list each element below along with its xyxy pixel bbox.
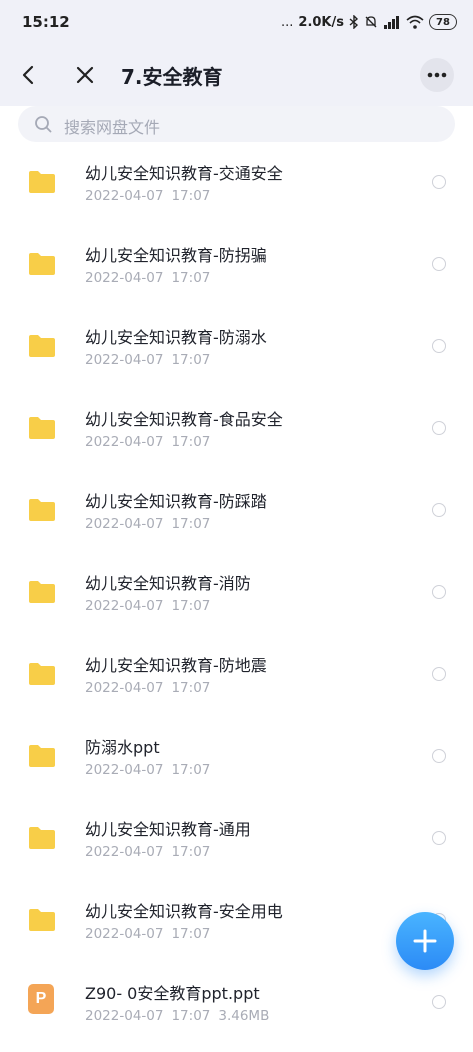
folder-icon [29, 499, 55, 521]
file-time: 17:07 [171, 762, 211, 778]
list-item[interactable]: 幼儿安全知识教育-防地震 2022-04-07 17:07 [0, 642, 473, 724]
file-time: 17:07 [171, 926, 211, 942]
select-radio[interactable] [432, 339, 446, 353]
file-date: 2022-04-07 [85, 926, 164, 942]
file-name: 幼儿安全知识教育-交通安全 [85, 164, 283, 183]
list-item[interactable]: 幼儿安全知识教育-交通安全 2022-04-07 17:07 [0, 150, 473, 232]
more-dots-icon [427, 72, 447, 78]
status-dots: ... [281, 14, 294, 30]
file-date: 2022-04-07 [85, 270, 164, 286]
list-item[interactable]: 幼儿安全知识教育-通用 2022-04-07 17:07 [0, 806, 473, 888]
file-date: 2022-04-07 [85, 352, 164, 368]
file-time: 17:07 [171, 188, 211, 204]
file-name: 幼儿安全知识教育-防拐骗 [85, 246, 267, 265]
file-name: 幼儿安全知识教育-防溺水 [85, 328, 267, 347]
file-name: 幼儿安全知识教育-防地震 [85, 656, 267, 675]
list-item[interactable]: 幼儿安全知识教育-防溺水 2022-04-07 17:07 [0, 314, 473, 396]
file-time: 17:07 [171, 516, 211, 532]
select-radio[interactable] [432, 175, 446, 189]
file-time: 17:07 [171, 352, 211, 368]
file-meta: 2022-04-07 17:07 [85, 598, 210, 614]
file-date: 2022-04-07 [85, 1008, 164, 1024]
file-date: 2022-04-07 [85, 844, 164, 860]
file-meta: 2022-04-07 17:07 3.46MB [85, 1008, 269, 1024]
folder-icon [29, 253, 55, 275]
list-item[interactable]: 幼儿安全知识教育-食品安全 2022-04-07 17:07 [0, 396, 473, 478]
file-time: 17:07 [171, 270, 211, 286]
folder-icon [29, 909, 55, 931]
file-time: 17:07 [171, 1008, 211, 1024]
select-radio[interactable] [432, 257, 446, 271]
folder-icon [29, 581, 55, 603]
close-icon[interactable] [74, 64, 96, 86]
status-indicators: ... 2.0K/s 78 [281, 14, 457, 30]
select-radio[interactable] [432, 421, 446, 435]
plus-icon [413, 929, 437, 953]
network-speed: 2.0K/s [298, 14, 344, 30]
select-radio[interactable] [432, 585, 446, 599]
more-options-button[interactable] [420, 58, 454, 92]
file-meta: 2022-04-07 17:07 [85, 926, 210, 942]
file-name: 幼儿安全知识教育-安全用电 [85, 902, 283, 921]
file-meta: 2022-04-07 17:07 [85, 352, 210, 368]
select-radio[interactable] [432, 831, 446, 845]
search-bar: 搜索网盘文件 [0, 106, 473, 144]
select-radio[interactable] [432, 995, 446, 1009]
list-item[interactable]: 幼儿安全知识教育-防踩踏 2022-04-07 17:07 [0, 478, 473, 560]
file-time: 17:07 [171, 844, 211, 860]
file-meta: 2022-04-07 17:07 [85, 188, 210, 204]
bluetooth-icon [349, 15, 359, 29]
file-name: 幼儿安全知识教育-通用 [85, 820, 251, 839]
search-input[interactable]: 搜索网盘文件 [18, 106, 455, 142]
add-button[interactable] [396, 912, 454, 970]
folder-icon [29, 335, 55, 357]
file-name: 防溺水ppt [85, 738, 160, 757]
file-meta: 2022-04-07 17:07 [85, 680, 210, 696]
file-meta: 2022-04-07 17:07 [85, 434, 210, 450]
list-item[interactable]: 幼儿安全知识教育-消防 2022-04-07 17:07 [0, 560, 473, 642]
file-meta: 2022-04-07 17:07 [85, 844, 210, 860]
folder-icon [29, 827, 55, 849]
folder-icon [29, 171, 55, 193]
folder-icon [29, 745, 55, 767]
file-date: 2022-04-07 [85, 188, 164, 204]
file-date: 2022-04-07 [85, 434, 164, 450]
list-item[interactable]: P Z90- 0安全教育ppt.ppt 2022-04-07 17:07 3.46M… [0, 970, 473, 1052]
folder-icon [29, 417, 55, 439]
file-list: 幼儿安全知识教育-交通安全 2022-04-07 17:07 幼儿安全知识教育-防… [0, 150, 473, 1052]
file-date: 2022-04-07 [85, 680, 164, 696]
file-name: 幼儿安全知识教育-食品安全 [85, 410, 283, 429]
mute-bell-icon [365, 16, 377, 28]
file-meta: 2022-04-07 17:07 [85, 516, 210, 532]
file-size: 3.46MB [218, 1008, 270, 1024]
file-name: 幼儿安全知识教育-消防 [85, 574, 251, 593]
file-date: 2022-04-07 [85, 598, 164, 614]
file-meta: 2022-04-07 17:07 [85, 270, 210, 286]
file-meta: 2022-04-07 17:07 [85, 762, 210, 778]
file-time: 17:07 [171, 598, 211, 614]
signal-icon [384, 16, 399, 29]
ppt-file-icon: P [28, 984, 54, 1014]
select-radio[interactable] [432, 503, 446, 517]
file-time: 17:07 [171, 434, 211, 450]
file-date: 2022-04-07 [85, 762, 164, 778]
back-arrow-icon[interactable] [18, 64, 40, 86]
folder-icon [29, 663, 55, 685]
search-icon [35, 116, 52, 133]
status-time: 15:12 [22, 13, 70, 31]
file-time: 17:07 [171, 680, 211, 696]
select-radio[interactable] [432, 749, 446, 763]
search-placeholder: 搜索网盘文件 [64, 118, 161, 137]
file-name: Z90- 0安全教育ppt.ppt [85, 984, 260, 1003]
wifi-icon [406, 15, 424, 29]
page-title: 7.安全教育 [121, 65, 223, 89]
file-date: 2022-04-07 [85, 516, 164, 532]
select-radio[interactable] [432, 667, 446, 681]
battery-indicator: 78 [429, 14, 457, 30]
status-bar: 15:12 ... 2.0K/s 78 [0, 0, 473, 44]
file-name: 幼儿安全知识教育-防踩踏 [85, 492, 267, 511]
list-item[interactable]: 幼儿安全知识教育-防拐骗 2022-04-07 17:07 [0, 232, 473, 314]
list-item[interactable]: 防溺水ppt 2022-04-07 17:07 [0, 724, 473, 806]
title-bar: 7.安全教育 [0, 44, 473, 106]
